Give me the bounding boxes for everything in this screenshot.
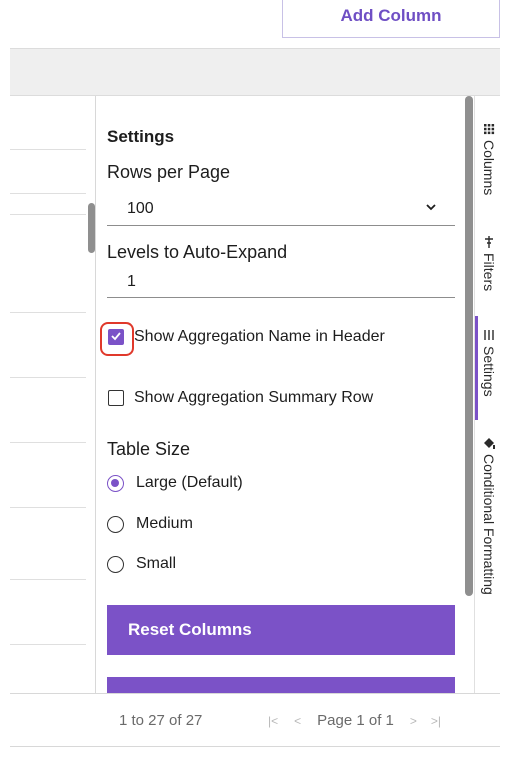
show-agg-name-checkbox[interactable] <box>100 322 134 356</box>
first-page-icon[interactable]: |< <box>268 714 278 728</box>
radio-large-label: Large (Default) <box>136 474 243 491</box>
row-count-summary: 1 to 27 of 27 <box>119 712 203 729</box>
table-size-label: Table Size <box>107 439 191 459</box>
levels-value: 1 <box>127 273 136 290</box>
rows-per-page-select[interactable]: 100 <box>107 192 455 226</box>
columns-icon <box>484 124 495 135</box>
show-agg-summary-label: Show Aggregation Summary Row <box>134 389 374 406</box>
add-column-button[interactable]: Add Column <box>282 0 500 38</box>
secondary-action-button[interactable] <box>107 677 455 693</box>
tab-settings[interactable]: Settings <box>475 328 503 397</box>
show-agg-summary-row[interactable]: Show Aggregation Summary Row <box>108 386 373 410</box>
grid-row-divider <box>10 214 86 215</box>
show-agg-name-row[interactable]: Show Aggregation Name in Header <box>100 322 385 356</box>
settings-list-icon <box>484 330 494 340</box>
grid-row-divider <box>10 579 86 580</box>
grid-scrollbar[interactable] <box>88 203 95 253</box>
levels-input[interactable]: 1 <box>107 264 455 298</box>
table-size-option-medium[interactable]: Medium <box>107 513 193 535</box>
last-page-icon[interactable]: >| <box>431 714 441 728</box>
panel-scrollbar[interactable] <box>465 96 473 596</box>
panel-title: Settings <box>107 127 175 146</box>
rows-per-page-label: Rows per Page <box>107 162 231 182</box>
tab-columns-label: Columns <box>481 140 497 196</box>
next-page-icon[interactable]: > <box>410 714 417 728</box>
grid-row-divider <box>10 507 86 508</box>
filter-icon <box>485 236 493 248</box>
paint-bucket-icon <box>484 438 495 449</box>
settings-panel: Settings Rows per Page 100 Levels to Aut… <box>96 96 468 693</box>
tab-filters-label: Filters <box>481 253 497 292</box>
chevron-down-icon <box>426 204 436 211</box>
grid-row-divider <box>10 312 86 313</box>
grid-row-divider <box>10 149 86 150</box>
radio-large[interactable] <box>107 474 124 492</box>
radio-medium-label: Medium <box>136 515 193 532</box>
table-size-option-large[interactable]: Large (Default) <box>107 472 243 494</box>
tab-settings-label: Settings <box>481 346 497 397</box>
grid-header-band <box>10 48 500 96</box>
pagination-footer: 1 to 27 of 27 |< < Page 1 of 1 > >| <box>10 693 500 747</box>
highlight-ring <box>100 322 134 356</box>
grid-body <box>10 96 96 693</box>
reset-columns-button[interactable]: Reset Columns <box>107 605 455 655</box>
tab-columns[interactable]: Columns <box>475 122 503 195</box>
show-agg-name-label: Show Aggregation Name in Header <box>134 328 385 345</box>
grid-row-divider <box>10 377 86 378</box>
grid-row-divider <box>10 193 86 194</box>
prev-page-icon[interactable]: < <box>294 714 301 728</box>
tab-conditional-formatting[interactable]: Conditional Formatting <box>475 436 503 595</box>
tab-conditional-formatting-label: Conditional Formatting <box>481 454 497 595</box>
levels-label: Levels to Auto-Expand <box>107 242 288 262</box>
tab-filters[interactable]: Filters <box>475 235 503 291</box>
pager: |< < Page 1 of 1 > >| <box>268 712 457 729</box>
top-toolbar: Add Column <box>0 0 517 48</box>
grid-row-divider <box>10 442 86 443</box>
radio-small[interactable] <box>107 555 124 573</box>
grid-row-divider <box>10 644 86 645</box>
table-size-option-small[interactable]: Small <box>107 553 176 575</box>
radio-small-label: Small <box>136 555 177 572</box>
rows-per-page-value: 100 <box>127 200 154 217</box>
show-agg-summary-checkbox[interactable] <box>108 390 124 406</box>
side-tab-bar: Columns Filters Settings Conditional For… <box>474 96 502 693</box>
radio-medium[interactable] <box>107 515 124 533</box>
page-indicator: Page 1 of 1 <box>317 712 394 729</box>
